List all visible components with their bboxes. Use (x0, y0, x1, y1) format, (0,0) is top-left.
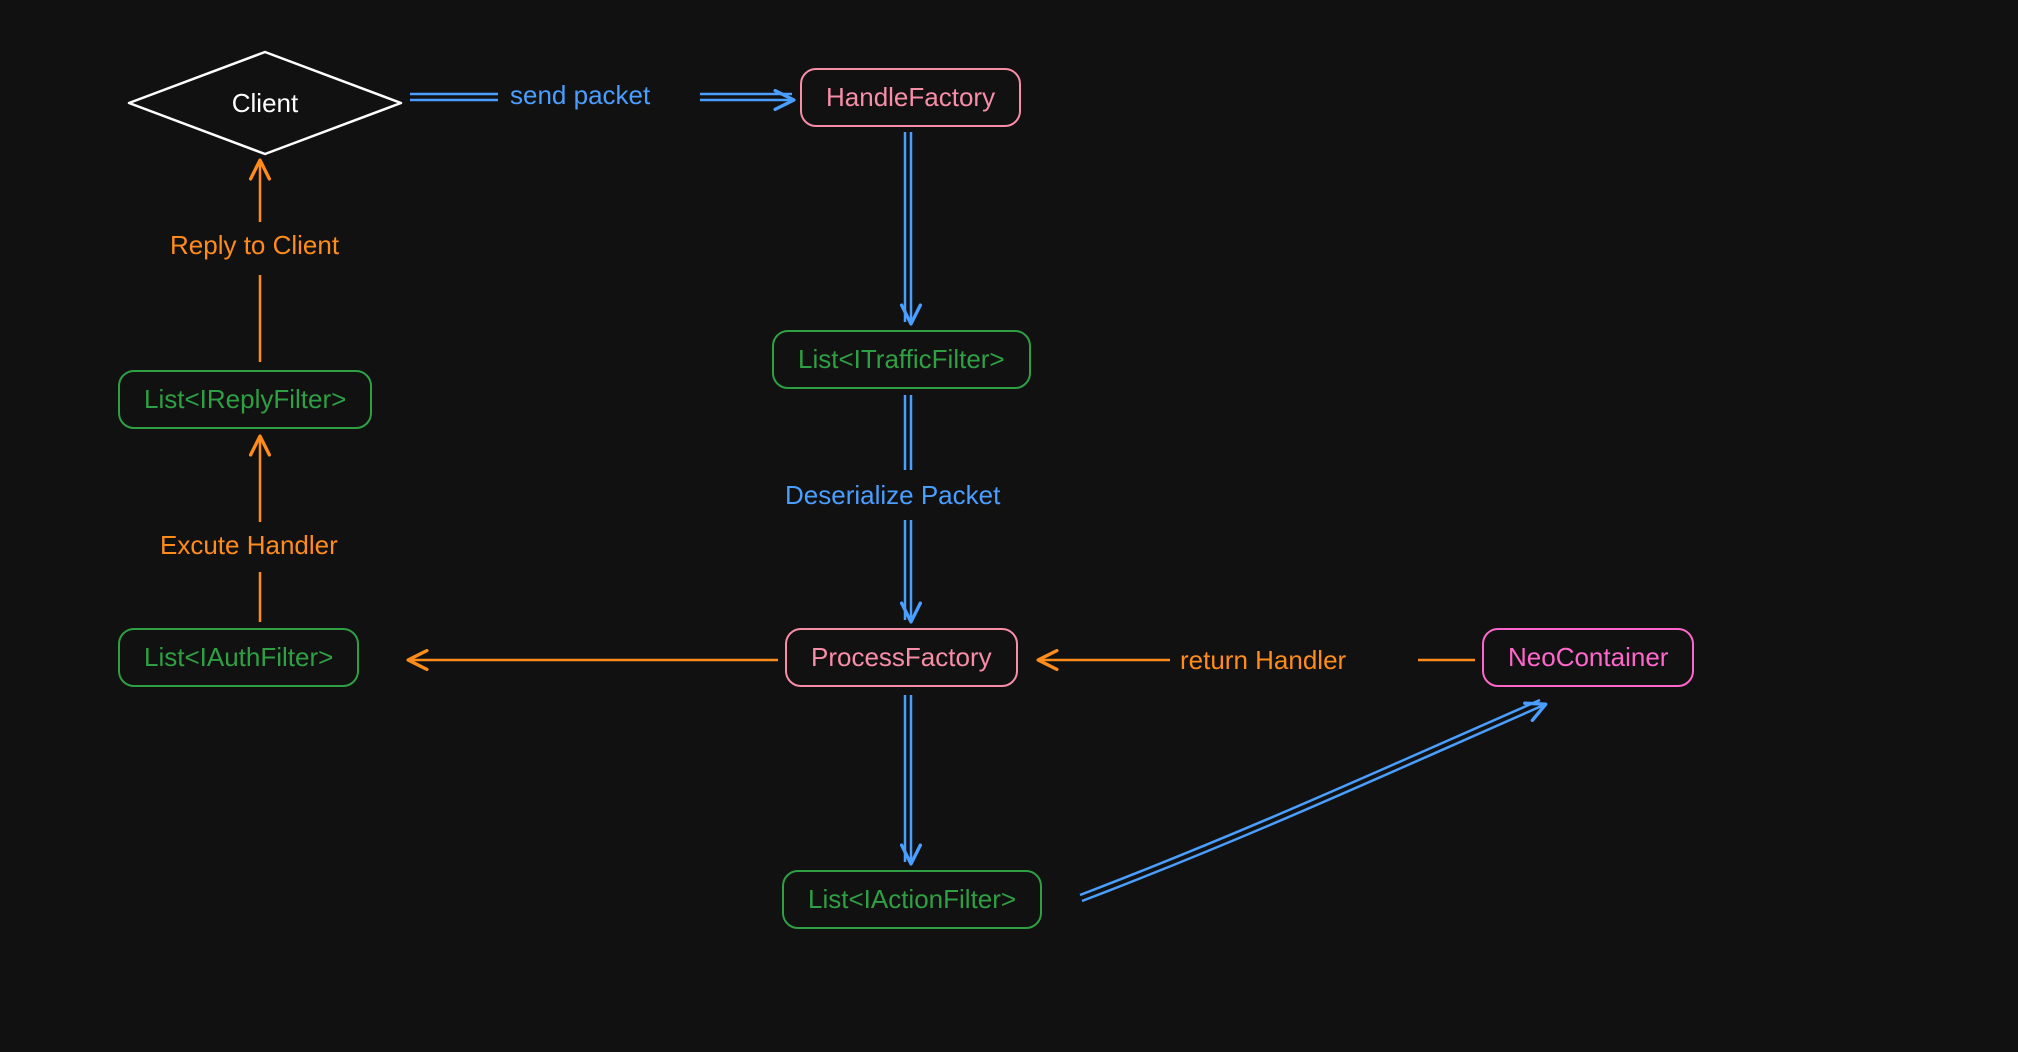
traffic-filter-label: List<ITrafficFilter> (798, 344, 1005, 375)
auth-filter-label: List<IAuthFilter> (144, 642, 333, 673)
client-label: Client (232, 88, 298, 119)
reply-filter-label: List<IReplyFilter> (144, 384, 346, 415)
arrow-process-to-action (905, 695, 911, 862)
deserialize-label: Deserialize Packet (785, 480, 1000, 511)
action-filter-label: List<IActionFilter> (808, 884, 1016, 915)
client-node: Client (125, 48, 405, 158)
neo-container-label: NeoContainer (1508, 642, 1668, 673)
process-factory-node: ProcessFactory (785, 628, 1018, 687)
send-packet-label: send packet (510, 80, 650, 111)
execute-handler-label: Excute Handler (160, 530, 338, 561)
traffic-filter-node: List<ITrafficFilter> (772, 330, 1031, 389)
action-filter-node: List<IActionFilter> (782, 870, 1042, 929)
process-factory-label: ProcessFactory (811, 642, 992, 673)
handle-factory-label: HandleFactory (826, 82, 995, 113)
reply-client-label: Reply to Client (170, 230, 339, 261)
neo-container-node: NeoContainer (1482, 628, 1694, 687)
arrow-action-to-neocontainer (1080, 700, 1544, 901)
handle-factory-node: HandleFactory (800, 68, 1021, 127)
arrow-handlefactory-to-traffic (905, 132, 911, 322)
auth-filter-node: List<IAuthFilter> (118, 628, 359, 687)
return-handler-label: return Handler (1180, 645, 1346, 676)
reply-filter-node: List<IReplyFilter> (118, 370, 372, 429)
